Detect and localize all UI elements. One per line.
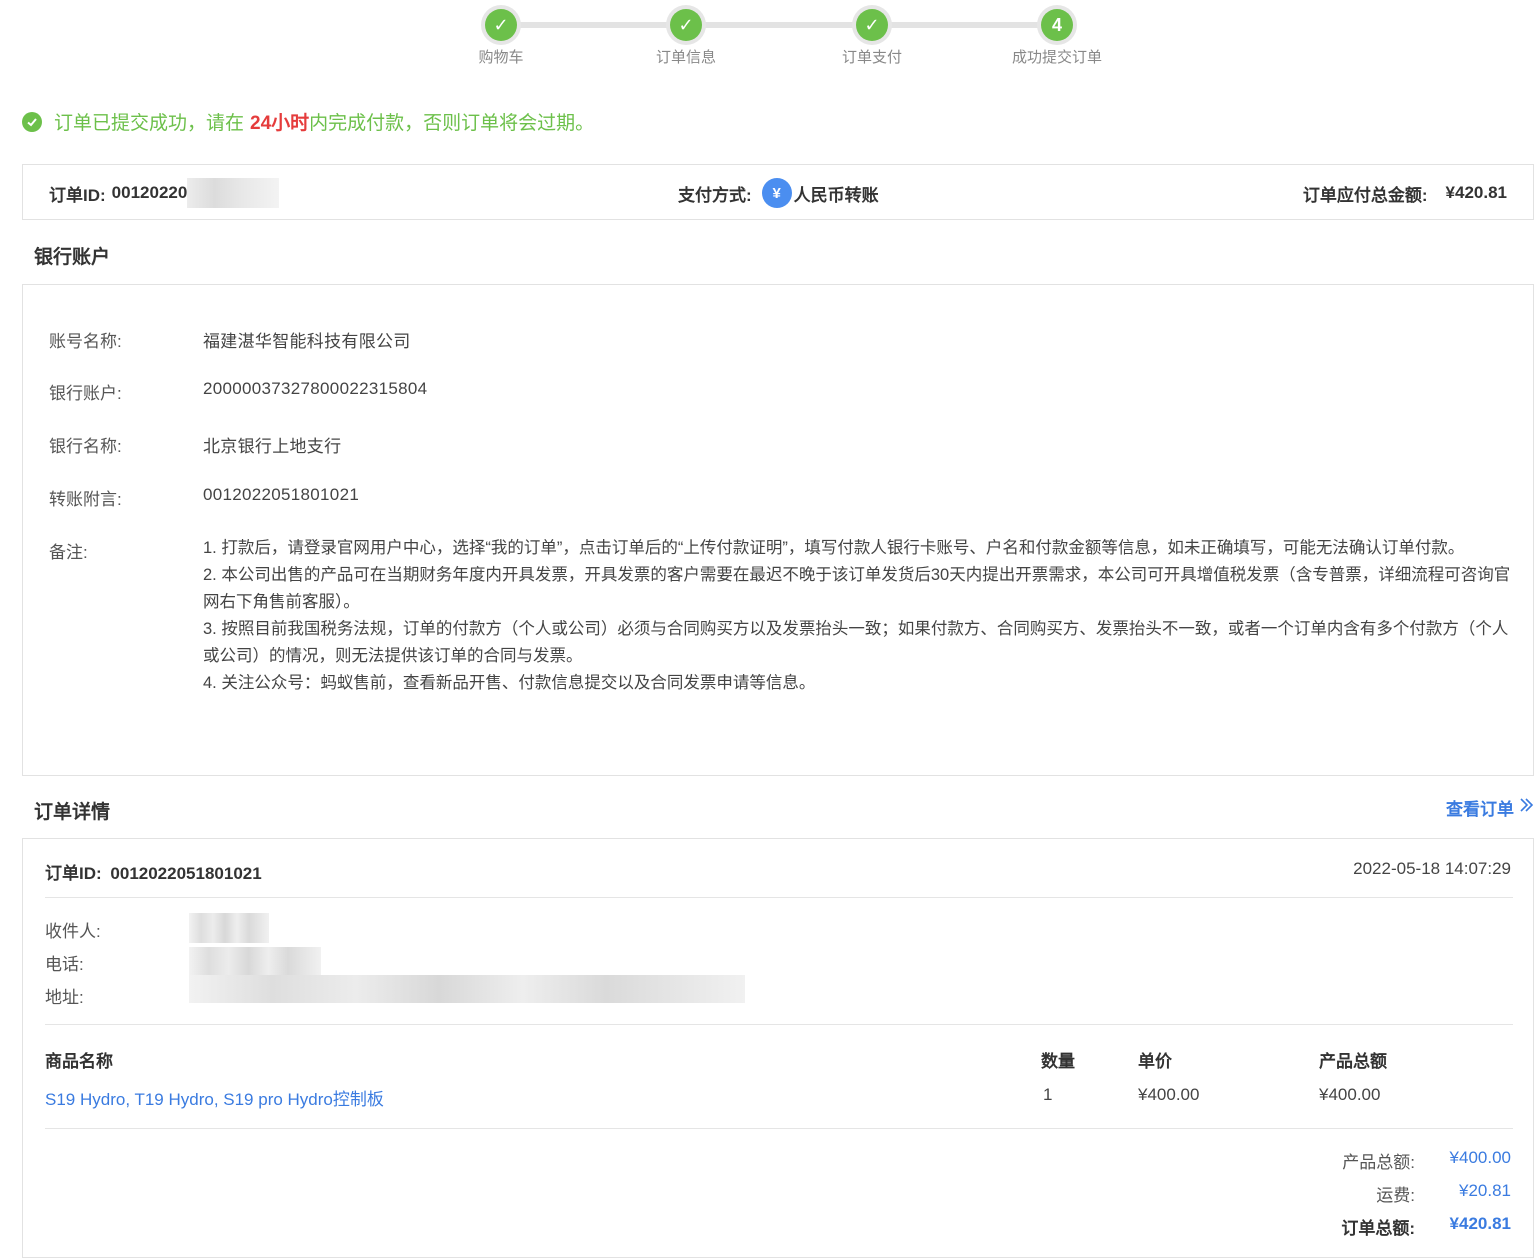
step-4-number-badge: 4 <box>1041 9 1073 41</box>
detail-order-id-value: 0012022051801021 <box>110 864 262 883</box>
transfer-memo-label: 转账附言: <box>49 490 122 509</box>
order-total-value: ¥420.81 <box>1445 183 1507 202</box>
step-3-check-icon: ✓ <box>856 9 888 41</box>
notice-deadline: 24小时 <box>250 113 310 134</box>
col-quantity: 数量 <box>1041 1052 1075 1071</box>
note-item: 1. 打款后，请登录官网用户中心，选择“我的订单”，点击订单后的“上传付款证明”… <box>203 539 1465 557</box>
order-id-field: 订单ID: 00120220 <box>49 165 280 221</box>
success-check-icon <box>22 111 42 132</box>
order-total-field: 订单应付总金额: ¥420.81 <box>1303 165 1507 221</box>
transfer-memo-value: 0012022051801021 <box>203 485 360 504</box>
yen-icon: ¥ <box>761 178 792 208</box>
notice-prefix: 订单已提交成功，请在 <box>54 113 245 134</box>
success-notice: 订单已提交成功，请在 24小时 内完成付款，否则订单将会过期。 <box>22 108 594 135</box>
address-redacted <box>189 975 745 1003</box>
order-total-label: 订单应付总金额: <box>1302 185 1428 205</box>
payment-method-value: 人民币转账 <box>793 185 879 205</box>
order-detail-title: 订单详情 <box>34 802 111 823</box>
order-detail-panel: 订单ID: 0012022051801021 2022-05-18 14:07:… <box>22 838 1534 1258</box>
step-3-label: 订单支付 <box>841 49 903 66</box>
step-4-label: 成功提交订单 <box>1011 49 1103 66</box>
bank-name-value: 北京银行上地支行 <box>203 437 342 456</box>
order-id-redacted <box>187 178 280 208</box>
summary-shipping: ¥20.81 <box>1459 1181 1511 1200</box>
step-1-check-icon: ✓ <box>485 9 517 41</box>
col-product-name: 商品名称 <box>45 1052 113 1071</box>
divider <box>45 1128 1513 1129</box>
account-name-value: 福建湛华智能科技有限公司 <box>203 332 411 351</box>
step-2-label: 订单信息 <box>655 49 717 66</box>
summary-shipping-label: 运费: <box>1376 1186 1415 1205</box>
detail-order-id-label: 订单ID: <box>45 864 102 883</box>
notice-suffix: 内完成付款，否则订单将会过期。 <box>309 113 595 134</box>
recipient-label: 收件人: <box>45 922 101 941</box>
recipient-redacted <box>189 913 269 943</box>
product-unit-price: ¥400.00 <box>1138 1085 1200 1104</box>
note-item: 2. 本公司出售的产品可在当期财务年度内开具发票，开具发票的客户需要在最迟不晚于… <box>203 566 1511 611</box>
product-line-total: ¥400.00 <box>1319 1085 1381 1104</box>
bank-account-label: 银行账户: <box>49 384 122 403</box>
bank-account-panel: 账号名称: 福建湛华智能科技有限公司 银行账户: 200000373278000… <box>22 284 1534 776</box>
phone-label: 电话: <box>45 955 84 974</box>
payment-method-field: 支付方式: ¥ 人民币转账 <box>678 165 879 221</box>
col-product-total: 产品总额 <box>1319 1052 1387 1071</box>
address-label: 地址: <box>45 988 84 1007</box>
order-id-label: 订单ID: <box>49 185 106 205</box>
col-unit-price: 单价 <box>1138 1052 1172 1071</box>
order-id-value: 00120220 <box>111 183 188 202</box>
note-item: 3. 按照目前我国税务法规，订单的付款方（个人或公司）必须与合同购买方以及发票抬… <box>203 620 1509 665</box>
phone-redacted <box>189 947 321 975</box>
detail-order-id: 订单ID: 0012022051801021 <box>45 859 262 884</box>
divider <box>45 897 1513 898</box>
order-datetime: 2022-05-18 14:07:29 <box>1353 859 1511 878</box>
product-name-link[interactable]: S19 Hydro, T19 Hydro, S19 pro Hydro控制板 <box>45 1085 384 1110</box>
divider <box>45 1024 1513 1025</box>
note-item: 4. 关注公众号：蚂蚁售前，查看新品开售、付款信息提交以及合同发票申请等信息。 <box>203 674 816 692</box>
account-name-label: 账号名称: <box>49 332 122 351</box>
summary-order-total: ¥420.81 <box>1449 1214 1511 1233</box>
notes-label: 备注: <box>49 543 88 562</box>
notes-list: 1. 打款后，请登录官网用户中心，选择“我的订单”，点击订单后的“上传付款证明”… <box>203 535 1513 697</box>
summary-product-total: ¥400.00 <box>1449 1148 1511 1167</box>
view-order-label: 查看订单 <box>1446 800 1514 819</box>
summary-product-total-label: 产品总额: <box>1342 1153 1415 1172</box>
order-summary-bar: 订单ID: 00120220 支付方式: ¥ 人民币转账 订单应付总金额: ¥4… <box>22 164 1534 220</box>
step-connector <box>502 22 1056 28</box>
product-quantity: 1 <box>1043 1085 1053 1104</box>
bank-section-title: 银行账户 <box>34 247 111 268</box>
double-chevron-right-icon <box>1518 797 1534 818</box>
view-order-link[interactable]: 查看订单 <box>1446 795 1534 820</box>
summary-order-total-label: 订单总额: <box>1341 1219 1415 1238</box>
bank-account-value: 20000037327800022315804 <box>203 379 428 398</box>
bank-name-label: 银行名称: <box>49 437 122 456</box>
payment-method-label: 支付方式: <box>678 185 752 205</box>
step-2-check-icon: ✓ <box>670 9 702 41</box>
step-1-label: 购物车 <box>478 49 524 66</box>
